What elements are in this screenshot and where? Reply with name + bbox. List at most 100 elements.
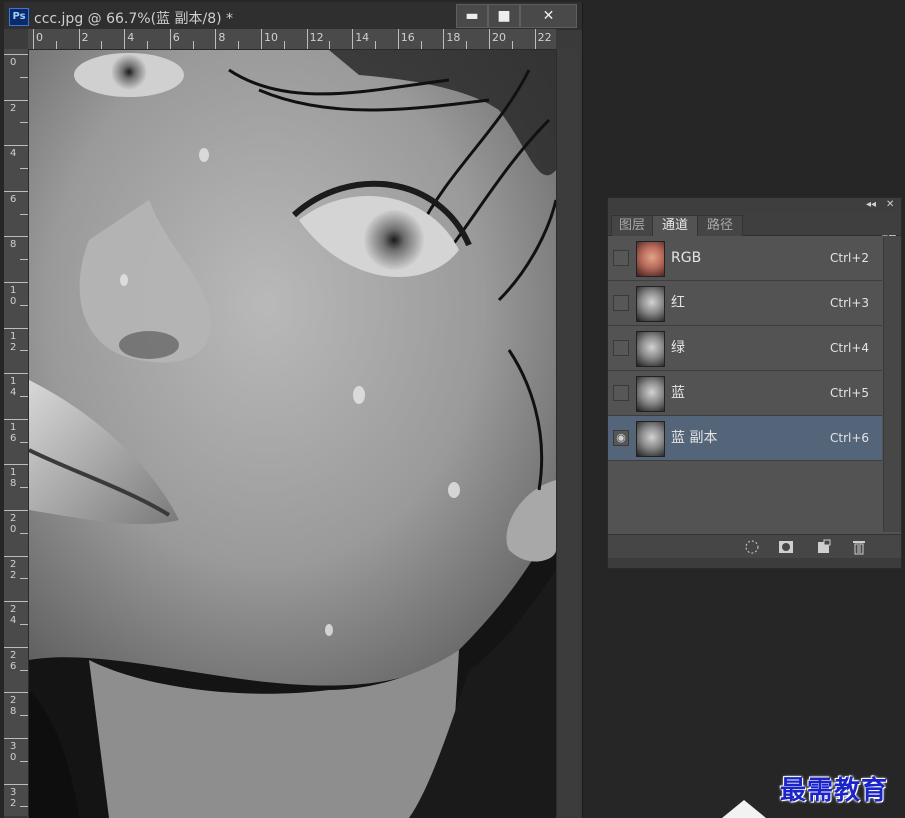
ruler-tick — [4, 373, 28, 375]
visibility-toggle[interactable] — [613, 340, 629, 356]
ruler-label: 2 8 — [10, 695, 17, 718]
ruler-label: 4 — [10, 148, 17, 160]
panel-header[interactable]: ◂◂ ✕ — [608, 198, 901, 213]
image-canvas[interactable] — [29, 50, 556, 818]
ruler-label: 3 2 — [10, 786, 17, 809]
ruler-label: 2 6 — [10, 649, 17, 672]
ruler-label: 3 0 — [10, 741, 17, 763]
ruler-tick — [511, 41, 513, 49]
document-title-bar[interactable]: Ps ccc.jpg @ 66.7%(蓝 副本/8) * ▬ ■ ✕ — [4, 2, 582, 30]
ruler-label: 8 — [218, 31, 226, 44]
ruler-label: 14 — [355, 31, 370, 44]
channel-row[interactable]: 绿 Ctrl+4 — [608, 326, 882, 371]
channel-row[interactable]: 蓝 Ctrl+5 — [608, 371, 882, 416]
new-channel-icon[interactable] — [816, 539, 832, 555]
panel-footer — [608, 534, 901, 559]
photoshop-logo-icon: Ps — [9, 8, 29, 26]
ruler-label: 2 2 — [10, 558, 17, 581]
ruler-tick — [420, 41, 422, 49]
panel-tabs: 图层 通道 路径 ▾≡ — [608, 213, 901, 244]
ruler-tick — [329, 41, 331, 49]
ruler-tick — [101, 41, 103, 49]
visibility-toggle[interactable] — [613, 385, 629, 401]
ruler-tick — [352, 29, 354, 49]
channel-thumbnail — [636, 331, 665, 367]
ruler-tick — [55, 41, 57, 49]
channel-thumbnail — [636, 286, 665, 322]
channel-row[interactable]: 红 Ctrl+3 — [608, 281, 882, 326]
tab-layers[interactable]: 图层 — [611, 215, 653, 236]
channel-name: RGB — [671, 250, 702, 266]
ruler-tick — [20, 624, 28, 625]
ruler-tick — [20, 168, 28, 169]
panel-scrollbar[interactable] — [883, 236, 901, 532]
ruler-tick — [20, 213, 28, 215]
ruler-label: 16 — [400, 31, 415, 44]
ruler-tick — [4, 327, 28, 329]
ruler-tick — [4, 783, 28, 785]
ruler-tick — [192, 41, 194, 49]
collapse-icon[interactable]: ◂◂ — [866, 199, 876, 210]
vertical-ruler[interactable]: 0 2 4 6 8 1 0 1 2 1 4 1 6 1 8 2 0 2 2 2 4 2 6 2 8 3 0 3 … — [4, 49, 29, 816]
ruler-label: 1 0 — [10, 285, 17, 307]
delete-icon[interactable] — [851, 539, 867, 555]
ruler-label: 2 — [81, 31, 89, 44]
close-icon[interactable]: ✕ — [886, 199, 894, 210]
horizontal-ruler[interactable]: 0 2 4 6 8 10 12 14 16 18 20 22 — [28, 29, 556, 50]
channel-thumbnail — [636, 241, 665, 277]
ruler-tick — [20, 487, 28, 489]
ruler-label: 18 — [446, 31, 461, 44]
ruler-label: 1 6 — [10, 421, 17, 444]
ruler-tick — [306, 29, 308, 49]
ruler-tick — [20, 396, 28, 397]
maximize-button[interactable]: ■ — [488, 4, 520, 28]
ruler-label: 1 2 — [10, 330, 17, 353]
ruler-tick — [147, 41, 148, 49]
load-selection-icon[interactable] — [744, 539, 760, 555]
ruler-label: 10 — [264, 31, 278, 44]
ruler-tick — [169, 29, 171, 49]
ruler-tick — [4, 692, 28, 694]
channel-row[interactable]: RGB Ctrl+2 — [608, 236, 882, 281]
ruler-tick — [4, 601, 28, 603]
ruler-tick — [20, 760, 28, 762]
channel-row[interactable]: ◉ 蓝 副本 Ctrl+6 — [608, 416, 882, 461]
ruler-tick — [397, 29, 399, 49]
ruler-tick — [20, 578, 28, 580]
channel-shortcut: Ctrl+6 — [830, 431, 870, 445]
ruler-tick — [20, 122, 28, 124]
ruler-tick — [375, 41, 376, 49]
ruler-label: 20 — [492, 31, 506, 44]
tab-channels[interactable]: 通道 — [652, 215, 698, 237]
visibility-toggle[interactable] — [613, 295, 629, 311]
channel-shortcut: Ctrl+2 — [830, 251, 870, 265]
ruler-label: 6 — [172, 31, 180, 44]
ruler-tick — [283, 41, 285, 49]
ruler-tick — [4, 646, 28, 648]
ruler-label: 4 — [127, 31, 135, 44]
ruler-origin[interactable] — [4, 29, 28, 49]
ruler-tick — [4, 145, 28, 147]
document-title: ccc.jpg @ 66.7%(蓝 副本/8) * — [34, 11, 234, 27]
minimize-button[interactable]: ▬ — [456, 4, 488, 28]
ruler-tick — [20, 304, 28, 306]
watermark-logo: 最需教育 — [780, 776, 889, 806]
vertical-scrollbar[interactable] — [556, 49, 579, 816]
ruler-tick — [4, 99, 28, 101]
visibility-toggle[interactable] — [613, 250, 629, 266]
tab-paths[interactable]: 路径 — [697, 215, 743, 236]
save-selection-icon[interactable] — [778, 539, 794, 555]
close-button[interactable]: ✕ — [520, 4, 577, 28]
ruler-tick — [4, 555, 28, 557]
ruler-tick — [20, 76, 28, 78]
ruler-label: 2 0 — [10, 513, 17, 535]
ruler-tick — [78, 29, 80, 49]
panel-resize-grip[interactable] — [608, 558, 901, 568]
ruler-tick — [261, 29, 262, 49]
eye-icon[interactable]: ◉ — [613, 430, 629, 446]
ruler-tick — [4, 418, 28, 420]
ruler-tick — [4, 738, 28, 739]
ruler-tick — [20, 350, 28, 352]
ruler-tick — [20, 441, 28, 443]
ruler-label: 1 8 — [10, 467, 17, 490]
